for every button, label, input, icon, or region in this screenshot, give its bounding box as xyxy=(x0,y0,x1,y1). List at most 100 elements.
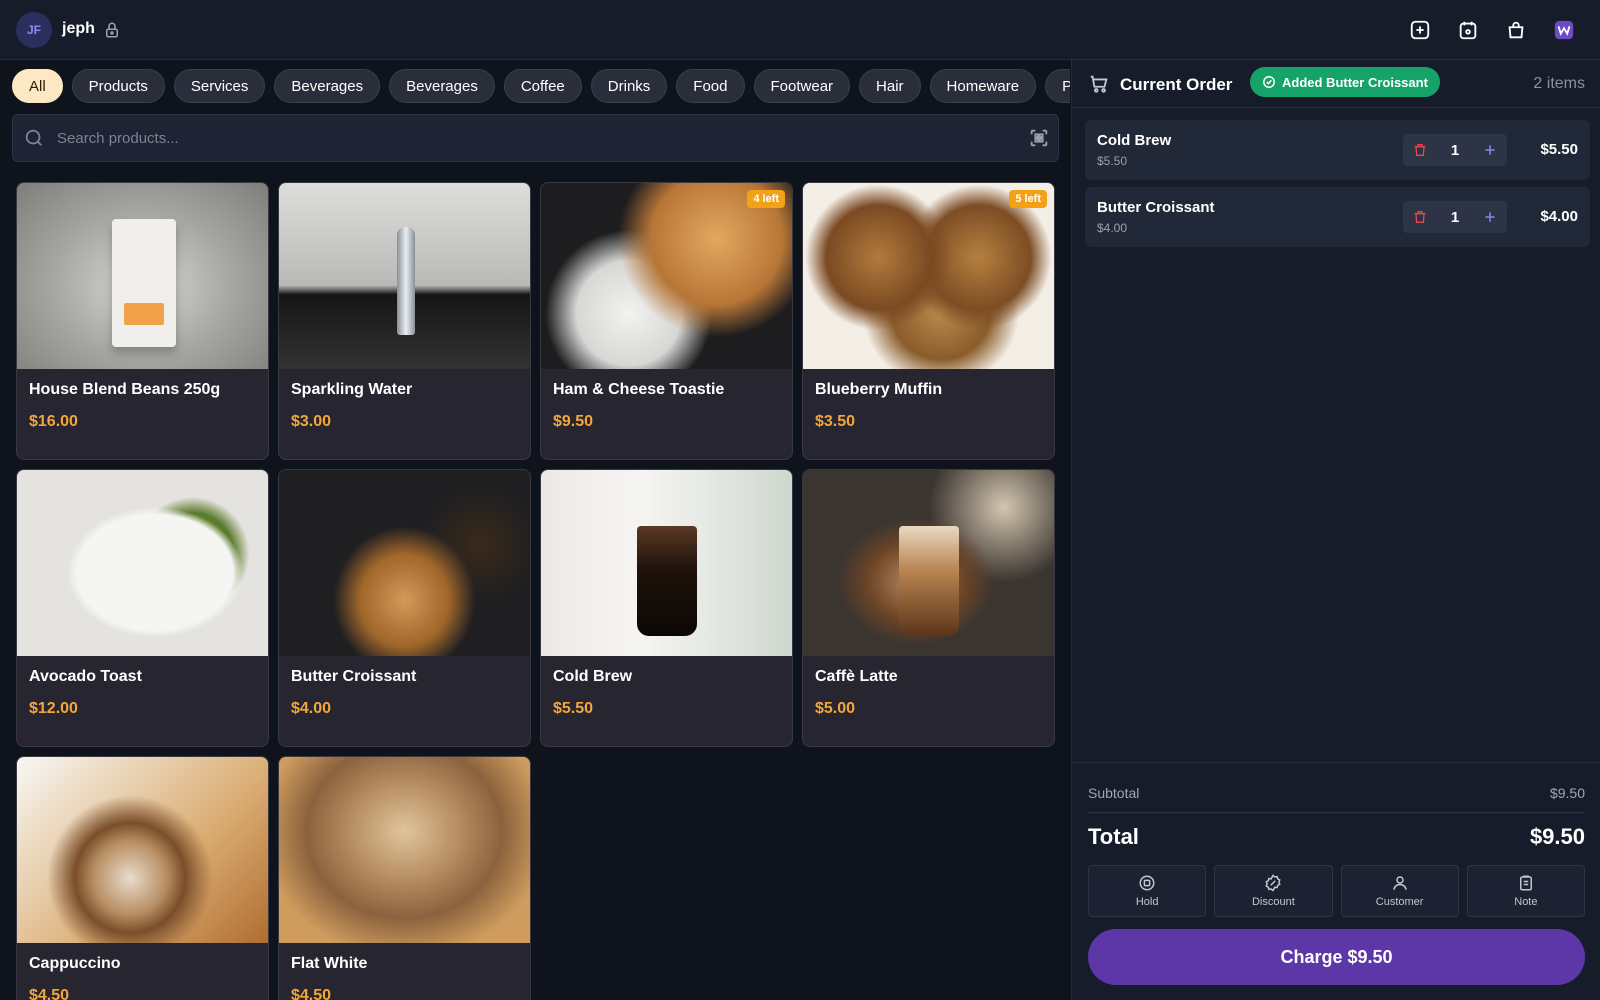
category-chip-hair[interactable]: Hair xyxy=(859,69,921,103)
product-name: Flat White xyxy=(291,955,368,972)
discount-button[interactable]: Discount xyxy=(1214,865,1333,917)
customer-label: Customer xyxy=(1375,896,1424,908)
toast-text: Added Butter Croissant xyxy=(1282,74,1428,90)
subtotal-label: Subtotal xyxy=(1088,785,1140,801)
product-name: Ham & Cheese Toastie xyxy=(553,381,725,398)
product-price: $5.50 xyxy=(553,700,594,717)
product-image xyxy=(279,470,530,656)
line-item-unit-price: $4.00 xyxy=(1097,221,1128,235)
customer-button[interactable]: Customer xyxy=(1340,865,1459,917)
product-image xyxy=(279,757,530,943)
hold-label: Hold xyxy=(1135,896,1159,908)
plus-icon[interactable] xyxy=(1481,208,1499,226)
check-circle-icon xyxy=(1263,76,1275,88)
product-price: $9.50 xyxy=(553,413,594,430)
product-card[interactable]: Sparkling Water $3.00 xyxy=(278,182,531,460)
order-summary: Subtotal $9.50 Total $9.50 Hold Discount… xyxy=(1072,762,1600,1000)
product-card[interactable]: Avocado Toast $12.00 xyxy=(16,469,269,747)
product-image xyxy=(17,183,268,369)
top-bar: JF jeph xyxy=(0,0,1600,60)
product-image xyxy=(541,470,792,656)
discount-icon xyxy=(1265,874,1282,892)
plus-icon[interactable] xyxy=(1481,141,1499,159)
product-card[interactable]: Butter Croissant $4.00 xyxy=(278,469,531,747)
charge-button[interactable]: Charge $9.50 xyxy=(1088,929,1585,985)
avatar[interactable]: JF xyxy=(16,12,52,48)
category-chip-drinks[interactable]: Drinks xyxy=(590,69,668,103)
product-card[interactable]: Caffè Latte $5.00 xyxy=(802,469,1055,747)
app-logo-icon[interactable] xyxy=(1552,18,1576,42)
category-chip-footwear[interactable]: Footwear xyxy=(753,69,851,103)
subtotal-value: $9.50 xyxy=(1549,785,1585,801)
order-line: Cold Brew $5.50 1 $5.50 xyxy=(1085,120,1590,180)
product-card[interactable]: House Blend Beans 250g $16.00 xyxy=(16,182,269,460)
category-chip-coffee[interactable]: Coffee xyxy=(503,69,582,103)
product-price: $4.50 xyxy=(291,987,332,1000)
trash-icon[interactable] xyxy=(1411,141,1429,159)
product-price: $3.00 xyxy=(291,413,332,430)
order-actions: Hold Discount Customer Note xyxy=(1088,865,1585,917)
product-card[interactable]: Cold Brew $5.50 xyxy=(540,469,793,747)
category-filter-bar: All Products Services Beverages Beverage… xyxy=(12,69,1070,103)
product-price: $16.00 xyxy=(29,413,78,430)
calendar-icon[interactable] xyxy=(1456,18,1480,42)
product-card[interactable]: 5 left Blueberry Muffin $3.50 xyxy=(802,182,1055,460)
hold-button[interactable]: Hold xyxy=(1088,865,1207,917)
category-chip-pants[interactable]: Pants xyxy=(1045,69,1070,103)
product-name: Caffè Latte xyxy=(815,668,898,685)
product-image xyxy=(17,470,268,656)
order-panel: Current Order Added Butter Croissant 2 i… xyxy=(1071,60,1600,1000)
line-item-unit-price: $5.50 xyxy=(1097,154,1128,168)
product-image xyxy=(279,183,530,369)
category-chip-beverages-2[interactable]: Beverages xyxy=(389,69,495,103)
category-chip-beverages[interactable]: Beverages xyxy=(274,69,381,103)
total-value: $9.50 xyxy=(1529,824,1585,849)
product-name: Cold Brew xyxy=(553,668,633,685)
product-name: Butter Croissant xyxy=(291,668,417,685)
total-label: Total xyxy=(1088,824,1139,849)
product-name: House Blend Beans 250g xyxy=(29,381,221,398)
category-chip-products[interactable]: Products xyxy=(71,69,165,103)
category-chip-all[interactable]: All xyxy=(12,69,63,103)
item-count: 2 items xyxy=(1533,75,1585,92)
clipboard-icon xyxy=(1519,875,1532,891)
product-card[interactable]: 4 left Ham & Cheese Toastie $9.50 xyxy=(540,182,793,460)
pause-circle-icon xyxy=(1139,875,1155,891)
note-label: Note xyxy=(1514,896,1538,908)
category-chip-homeware[interactable]: Homeware xyxy=(929,69,1037,103)
lock-icon[interactable] xyxy=(103,21,121,39)
product-card[interactable]: Cappuccino $4.50 xyxy=(16,756,269,1000)
category-chip-services[interactable]: Services xyxy=(173,69,266,103)
search-bar xyxy=(12,114,1059,162)
product-image xyxy=(17,757,268,943)
line-item-name: Cold Brew xyxy=(1097,132,1172,149)
order-title: Current Order xyxy=(1120,75,1233,94)
search-icon xyxy=(25,129,42,146)
quantity-value: 1 xyxy=(1450,141,1460,159)
stock-badge: 4 left xyxy=(747,190,785,208)
product-name: Cappuccino xyxy=(29,955,121,972)
product-image: 5 left xyxy=(803,183,1054,369)
line-item-total: $4.00 xyxy=(1540,208,1578,225)
product-image xyxy=(803,470,1054,656)
discount-label: Discount xyxy=(1251,896,1295,908)
product-price: $12.00 xyxy=(29,700,78,717)
add-square-icon[interactable] xyxy=(1408,18,1432,42)
line-item-total: $5.50 xyxy=(1540,141,1578,158)
product-price: $4.50 xyxy=(29,987,70,1000)
username: jeph xyxy=(62,20,95,37)
quantity-stepper: 1 xyxy=(1403,134,1507,166)
category-chip-food[interactable]: Food xyxy=(676,69,745,103)
trash-icon[interactable] xyxy=(1411,208,1429,226)
product-image: 4 left xyxy=(541,183,792,369)
search-input[interactable] xyxy=(57,129,1028,147)
order-header: Current Order Added Butter Croissant 2 i… xyxy=(1072,60,1600,108)
user-icon xyxy=(1392,876,1407,890)
product-card[interactable]: Flat White $4.50 xyxy=(278,756,531,1000)
barcode-scan-icon[interactable] xyxy=(1028,127,1050,149)
product-name: Sparkling Water xyxy=(291,381,413,398)
note-button[interactable]: Note xyxy=(1466,865,1585,917)
stock-badge: 5 left xyxy=(1009,190,1047,208)
bag-icon[interactable] xyxy=(1504,18,1528,42)
divider xyxy=(1088,812,1585,813)
